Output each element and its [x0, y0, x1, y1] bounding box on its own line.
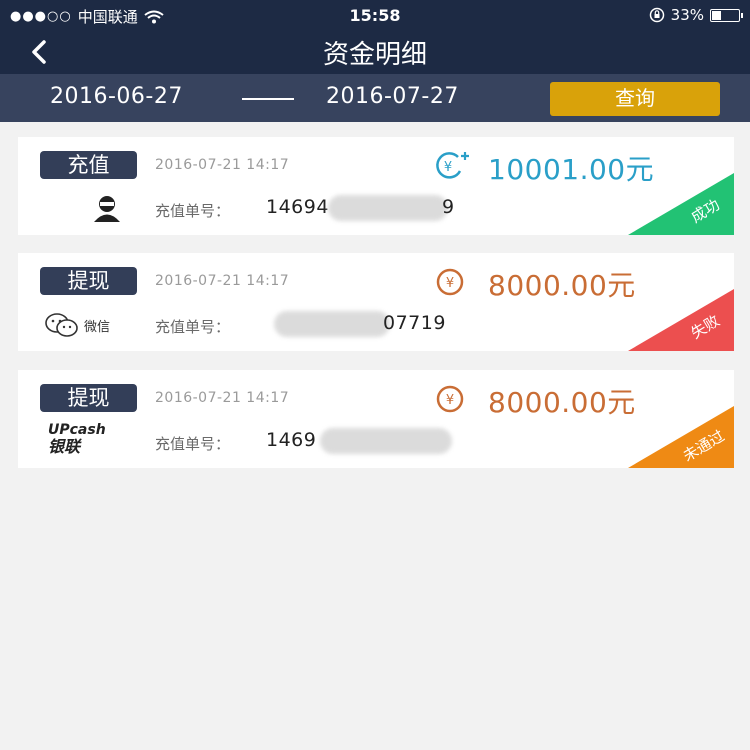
transaction-card[interactable]: 充值 2016-07-21 14:17 ¥ 10001.00元 充值单号： 14…: [18, 137, 734, 235]
clock: 15:58: [349, 6, 401, 25]
orientation-lock-icon: [649, 7, 664, 23]
redacted-order-number: [320, 428, 452, 454]
page-title: 资金明细: [322, 40, 427, 70]
transaction-amount: 8000.00元: [488, 269, 636, 302]
battery-icon: [710, 8, 743, 22]
wechat-logo-icon: [45, 313, 78, 337]
transaction-type-badge: 提现: [40, 384, 137, 412]
end-date-field[interactable]: 2016-07-27: [326, 84, 459, 109]
order-number-prefix: 1469: [266, 429, 317, 451]
query-button[interactable]: 查询: [550, 82, 720, 116]
transaction-timestamp: 2016-07-21 14:17: [155, 157, 290, 173]
transaction-card[interactable]: 提现 2016-07-21 14:17 ¥ 8000.00元 微信 充值单号： …: [18, 253, 734, 351]
svg-text:¥: ¥: [444, 160, 452, 175]
redacted-order-number: [328, 195, 448, 221]
battery-percentage: 33%: [670, 6, 704, 24]
status-bar: ●●●○○ 中国联通 15:58 33%: [0, 0, 750, 30]
wechat-icon: 微信: [44, 308, 154, 342]
status-right: 33%: [649, 6, 743, 24]
date-range-separator: [242, 98, 294, 100]
transaction-timestamp: 2016-07-21 14:17: [155, 273, 290, 289]
order-number-prefix: 14694: [266, 196, 329, 218]
ninja-avatar-icon: [94, 196, 120, 222]
wechat-label: 微信: [84, 319, 111, 335]
yen-circle-icon: ¥: [436, 268, 464, 296]
order-number-suffix: 9: [442, 196, 455, 218]
order-number-label: 充值单号：: [155, 202, 231, 220]
order-number-label: 充值单号：: [155, 318, 231, 336]
navigation-bar: 资金明细: [0, 30, 750, 74]
redacted-order-number: [274, 311, 390, 337]
svg-text:¥: ¥: [446, 276, 454, 291]
svg-text:¥: ¥: [446, 393, 454, 408]
transaction-type-badge: 充值: [40, 151, 137, 179]
transaction-card[interactable]: 提现 2016-07-21 14:17 ¥ 8000.00元 UPcash 银联…: [18, 370, 734, 468]
transaction-amount: 8000.00元: [488, 386, 636, 419]
order-number-suffix: 07719: [383, 312, 446, 334]
date-filter-bar: 2016-06-27 2016-07-27 查询: [0, 74, 750, 122]
start-date-field[interactable]: 2016-06-27: [50, 84, 183, 109]
transaction-timestamp: 2016-07-21 14:17: [155, 390, 290, 406]
upcash-label: UPcash: [48, 422, 106, 438]
unionpay-label: 银联: [48, 437, 81, 456]
order-number-label: 充值单号：: [155, 435, 231, 453]
yen-plus-icon: ¥: [436, 152, 469, 179]
transaction-type-badge: 提现: [40, 267, 137, 295]
yen-circle-icon: ¥: [436, 385, 464, 413]
upcash-unionpay-icon: UPcash 银联: [48, 422, 128, 456]
